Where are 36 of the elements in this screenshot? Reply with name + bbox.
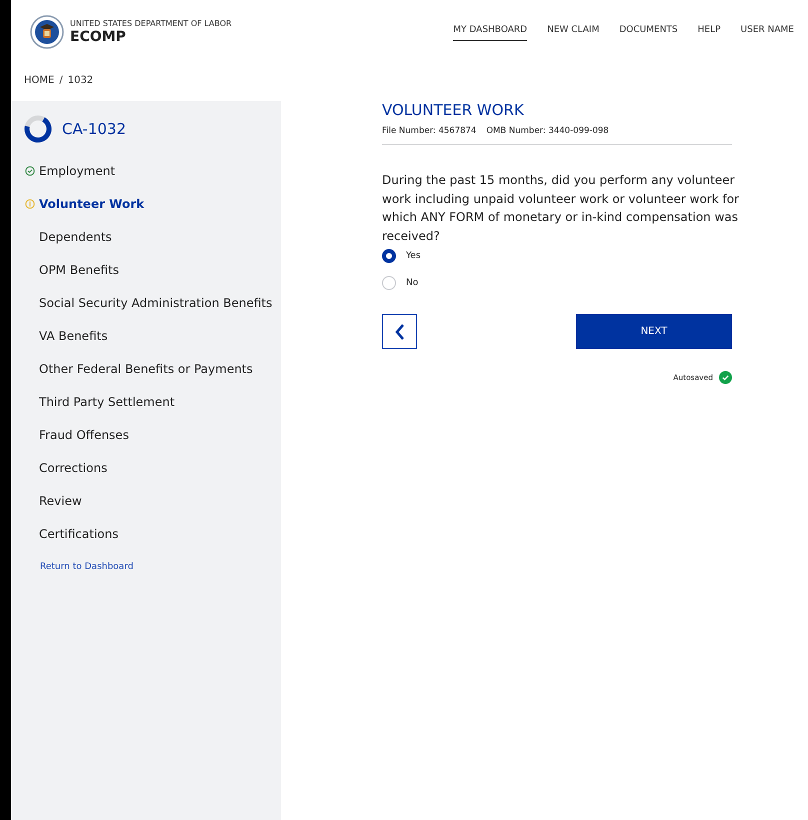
- option-label: Yes: [406, 251, 421, 261]
- omb-number: OMB Number: 3440-099-098: [486, 126, 609, 136]
- nav-link[interactable]: HELP: [698, 25, 721, 41]
- sidebar-item[interactable]: Fraud Offenses: [39, 428, 129, 442]
- return-link[interactable]: Return to Dashboard: [40, 562, 134, 572]
- sidebar-item[interactable]: Social Security Administration Benefits: [39, 296, 272, 310]
- sidebar-item[interactable]: Dependents: [39, 230, 112, 244]
- form-title: CA-1032: [62, 120, 126, 138]
- sidebar-item[interactable]: VA Benefits: [39, 328, 108, 342]
- radio-button[interactable]: [382, 249, 396, 263]
- sidebar-item[interactable]: Corrections: [39, 460, 108, 474]
- question-text: During the past 15 months, did you perform any volunteer work including unpaid volunteer work or volunteer work for which ANY FORM of monetary or in-kind compensation was received?: [382, 172, 740, 244]
- breadcrumb-separator: /: [59, 75, 63, 88]
- sidebar-item[interactable]: Volunteer Work: [39, 196, 144, 210]
- breadcrumb-item: 1032: [68, 75, 94, 88]
- app-name: ECOMP: [70, 29, 127, 45]
- back-button[interactable]: [382, 314, 417, 349]
- chevron-left-icon: [394, 322, 406, 340]
- file-number: File Number: 4567874: [382, 126, 476, 136]
- sidebar-item[interactable]: OPM Benefits: [39, 262, 119, 276]
- nav-link[interactable]: DOCUMENTS: [619, 25, 678, 41]
- next-button[interactable]: NEXT: [576, 314, 732, 349]
- sidebar-item[interactable]: Third Party Settlement: [39, 394, 175, 408]
- seal-icon: [30, 15, 64, 49]
- breadcrumb-item[interactable]: HOME: [24, 75, 54, 101]
- sidebar-item[interactable]: Employment: [39, 164, 116, 178]
- sidebar-item[interactable]: Other Federal Benefits or Payments: [39, 362, 253, 376]
- sidebar-item[interactable]: Review: [39, 494, 82, 508]
- check-circle-icon: [719, 371, 732, 384]
- agency-name: UNITED STATES DEPARTMENT OF LABOR: [70, 19, 232, 28]
- nav-link[interactable]: NEW CLAIM: [547, 25, 600, 41]
- section-title: VOLUNTEER WORK: [382, 101, 525, 119]
- sidebar-item[interactable]: Certifications: [39, 526, 118, 540]
- nav-link[interactable]: MY DASHBOARD: [453, 25, 528, 41]
- option-label: No: [406, 278, 418, 288]
- nav-link[interactable]: USER NAME: [740, 25, 794, 41]
